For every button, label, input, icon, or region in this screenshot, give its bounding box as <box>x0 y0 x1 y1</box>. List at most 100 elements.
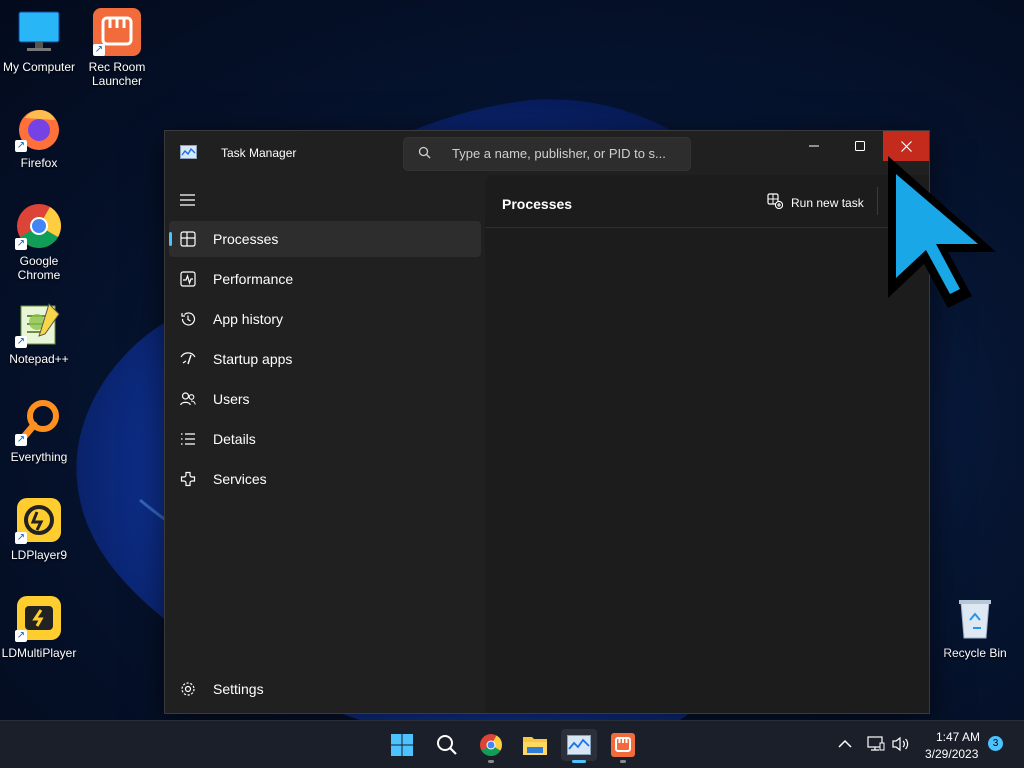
folder-icon <box>523 737 547 755</box>
users-icon <box>180 391 196 407</box>
nav-item-services[interactable]: Services <box>169 461 481 497</box>
firefox-icon: ↗ <box>15 104 63 152</box>
desktop-icon-label: Everything <box>10 450 68 464</box>
shortcut-arrow-icon: ↗ <box>15 630 27 642</box>
taskbar-file-explorer-button[interactable] <box>517 729 553 761</box>
nav-label: App history <box>213 311 284 327</box>
desktop-icon-everything[interactable]: ↗ Everything <box>0 398 78 464</box>
nav-label: Details <box>213 431 256 447</box>
desktop-icon-notepadpp[interactable]: ↗ Notepad++ <box>0 300 78 366</box>
magnifier-orange-icon: ↗ <box>15 398 63 446</box>
desktop-icon-label: Firefox <box>20 156 58 170</box>
search-icon <box>418 146 432 160</box>
clock-time[interactable]: 1:47 AM <box>936 730 980 744</box>
desktop-icon-label: LDMultiPlayer <box>1 646 77 660</box>
shortcut-arrow-icon: ↗ <box>15 336 27 348</box>
start-button[interactable] <box>384 729 420 761</box>
services-icon <box>180 471 196 487</box>
desktop-icon-label: Notepad++ <box>9 352 69 366</box>
window-title: Task Manager <box>221 146 297 160</box>
nav-item-details[interactable]: Details <box>169 421 481 457</box>
shortcut-arrow-icon: ↗ <box>15 434 27 446</box>
minimize-button[interactable] <box>791 131 837 161</box>
nav-label: Settings <box>213 681 264 697</box>
rec-room-icon: ↗ <box>93 8 141 56</box>
nav-item-app-history[interactable]: App history <box>169 301 481 337</box>
desktop-icon-firefox[interactable]: ↗ Firefox <box>0 104 78 170</box>
toolbar-separator <box>877 187 878 215</box>
taskbar-chrome-button[interactable] <box>473 729 509 763</box>
task-manager-icon <box>180 145 197 159</box>
shortcut-arrow-icon: ↗ <box>15 238 27 250</box>
recycle-bin-icon <box>951 594 999 642</box>
chevron-up-icon[interactable] <box>838 739 852 749</box>
shortcut-arrow-icon: ↗ <box>15 140 27 152</box>
shortcut-arrow-icon: ↗ <box>93 44 105 56</box>
search-icon <box>437 735 457 755</box>
processes-panel: Processes Run new task <box>485 175 929 713</box>
desktop-icon-label: LDPlayer9 <box>10 548 68 562</box>
title-bar[interactable]: Task Manager Type a name, publisher, or … <box>165 131 929 175</box>
monitor-icon <box>15 8 63 56</box>
nav-label: Startup apps <box>213 351 293 367</box>
pointer-cursor-icon <box>888 156 996 308</box>
desktop-icon-ldplayer9[interactable]: ↗ LDPlayer9 <box>0 496 78 562</box>
run-task-label: Run new task <box>791 196 864 210</box>
nav-item-settings[interactable]: Settings <box>169 671 481 707</box>
active-indicator <box>572 760 586 763</box>
chrome-icon: ↗ <box>15 202 63 250</box>
nav-item-startup-apps[interactable]: Startup apps <box>169 341 481 377</box>
running-indicator <box>620 760 626 763</box>
windows-logo-icon <box>391 734 413 756</box>
details-icon <box>180 431 196 447</box>
task-manager-window: Task Manager Type a name, publisher, or … <box>164 130 930 714</box>
notification-badge[interactable]: 3 <box>988 736 1003 751</box>
desktop-icon-ldmultiplayer[interactable]: ↗ LDMultiPlayer <box>0 594 78 660</box>
startup-icon <box>180 351 196 367</box>
desktop-icon-recycle-bin[interactable]: Recycle Bin <box>936 594 1014 660</box>
nav-label: Performance <box>213 271 294 287</box>
page-title: Processes <box>502 196 573 212</box>
volume-icon[interactable] <box>892 736 910 752</box>
desktop-icon-label: Google Chrome <box>17 254 61 282</box>
processes-icon <box>180 231 196 247</box>
rec-room-icon <box>611 733 635 757</box>
chrome-icon <box>480 734 502 756</box>
desktop-icon-my-computer[interactable]: My Computer <box>0 8 78 74</box>
taskbar-search-button[interactable] <box>429 729 465 761</box>
nav-item-performance[interactable]: Performance <box>169 261 481 297</box>
navigation-sidebar: Processes Performance App history Startu… <box>165 175 485 713</box>
hamburger-menu-icon[interactable] <box>179 193 197 207</box>
maximize-button[interactable] <box>837 131 883 161</box>
network-icon[interactable] <box>867 736 885 752</box>
clock-date[interactable]: 3/29/2023 <box>925 747 978 761</box>
nav-label: Users <box>213 391 250 407</box>
desktop-icon-label: Recycle Bin <box>943 646 1007 660</box>
task-manager-icon <box>567 735 591 755</box>
ldplayer-icon: ↗ <box>15 496 63 544</box>
search-input[interactable]: Type a name, publisher, or PID to s... <box>403 137 691 171</box>
history-icon <box>180 311 196 327</box>
nav-label: Processes <box>213 231 279 247</box>
search-placeholder: Type a name, publisher, or PID to s... <box>452 146 666 161</box>
performance-icon <box>180 271 196 287</box>
desktop-icon-chrome[interactable]: ↗ Google Chrome <box>0 202 78 282</box>
ldmultiplayer-icon: ↗ <box>15 594 63 642</box>
notepadpp-icon: ↗ <box>15 300 63 348</box>
minimize-icon <box>809 145 819 147</box>
running-indicator <box>488 760 494 763</box>
gear-icon <box>180 681 196 697</box>
desktop-icon-label: My Computer <box>2 60 76 74</box>
taskbar-task-manager-button[interactable] <box>561 729 597 763</box>
taskbar-rec-room-button[interactable] <box>605 729 641 763</box>
nav-label: Services <box>213 471 267 487</box>
run-task-icon <box>767 193 784 210</box>
header-divider <box>485 227 929 228</box>
nav-item-processes[interactable]: Processes <box>169 221 481 257</box>
nav-item-users[interactable]: Users <box>169 381 481 417</box>
shortcut-arrow-icon: ↗ <box>15 532 27 544</box>
desktop-icon-label: Rec Room Launcher <box>88 60 146 88</box>
taskbar: 1:47 AM 3/29/2023 <box>0 720 1024 768</box>
desktop-icon-rec-room[interactable]: ↗ Rec Room Launcher <box>78 8 156 88</box>
maximize-icon <box>855 141 865 151</box>
